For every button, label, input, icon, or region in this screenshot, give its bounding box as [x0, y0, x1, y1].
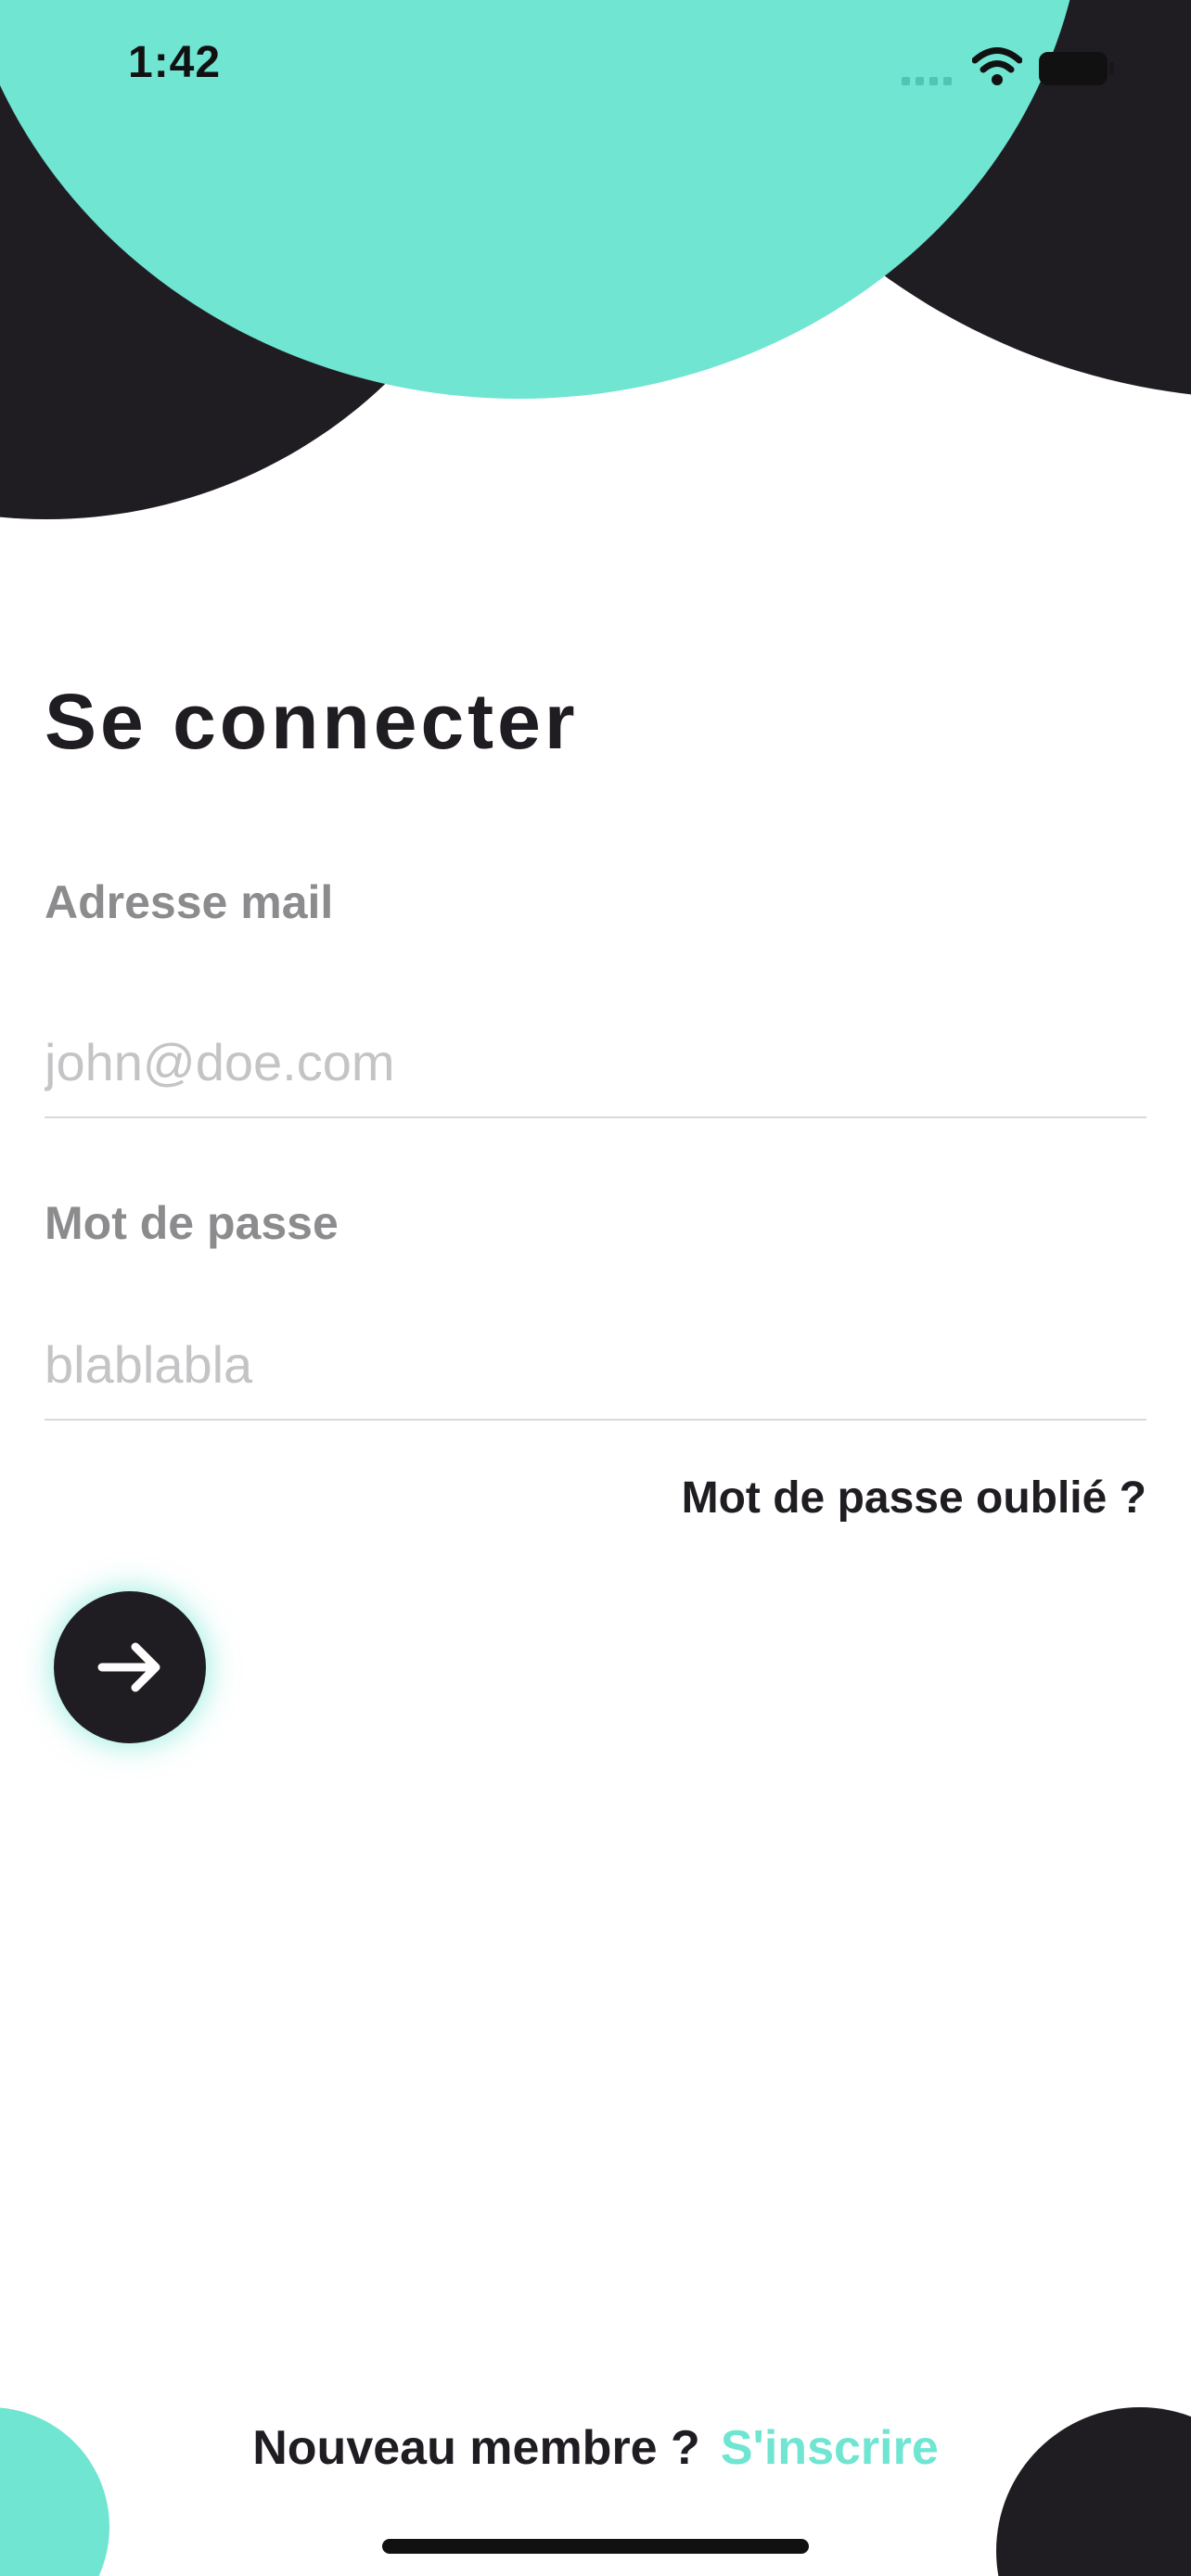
email-label: Adresse mail	[45, 876, 334, 928]
arrow-right-icon	[97, 1642, 160, 1692]
status-bar: 1:42	[0, 0, 1191, 139]
submit-button[interactable]	[54, 1591, 206, 1743]
wifi-icon	[972, 47, 1022, 85]
login-screen: 1:42 Se connecter Adresse mail Mot de pa…	[0, 0, 1191, 2576]
signup-link[interactable]: S'inscrire	[721, 2421, 939, 2475]
signup-question: Nouveau membre ?	[252, 2421, 700, 2475]
password-field[interactable]	[45, 1322, 1146, 1406]
home-indicator[interactable]	[382, 2539, 809, 2554]
password-label: Mot de passe	[45, 1197, 339, 1249]
battery-icon	[1039, 52, 1114, 85]
forgot-password-link[interactable]: Mot de passe oublié ?	[682, 1473, 1146, 1524]
password-divider	[45, 1419, 1146, 1421]
email-divider	[45, 1116, 1146, 1118]
page-title: Se connecter	[45, 678, 579, 765]
signal-icon	[902, 74, 957, 85]
status-time: 1:42	[128, 38, 222, 87]
signup-prompt: Nouveau membre ? S'inscrire	[0, 2420, 1191, 2476]
email-field[interactable]	[45, 1020, 1146, 1103]
